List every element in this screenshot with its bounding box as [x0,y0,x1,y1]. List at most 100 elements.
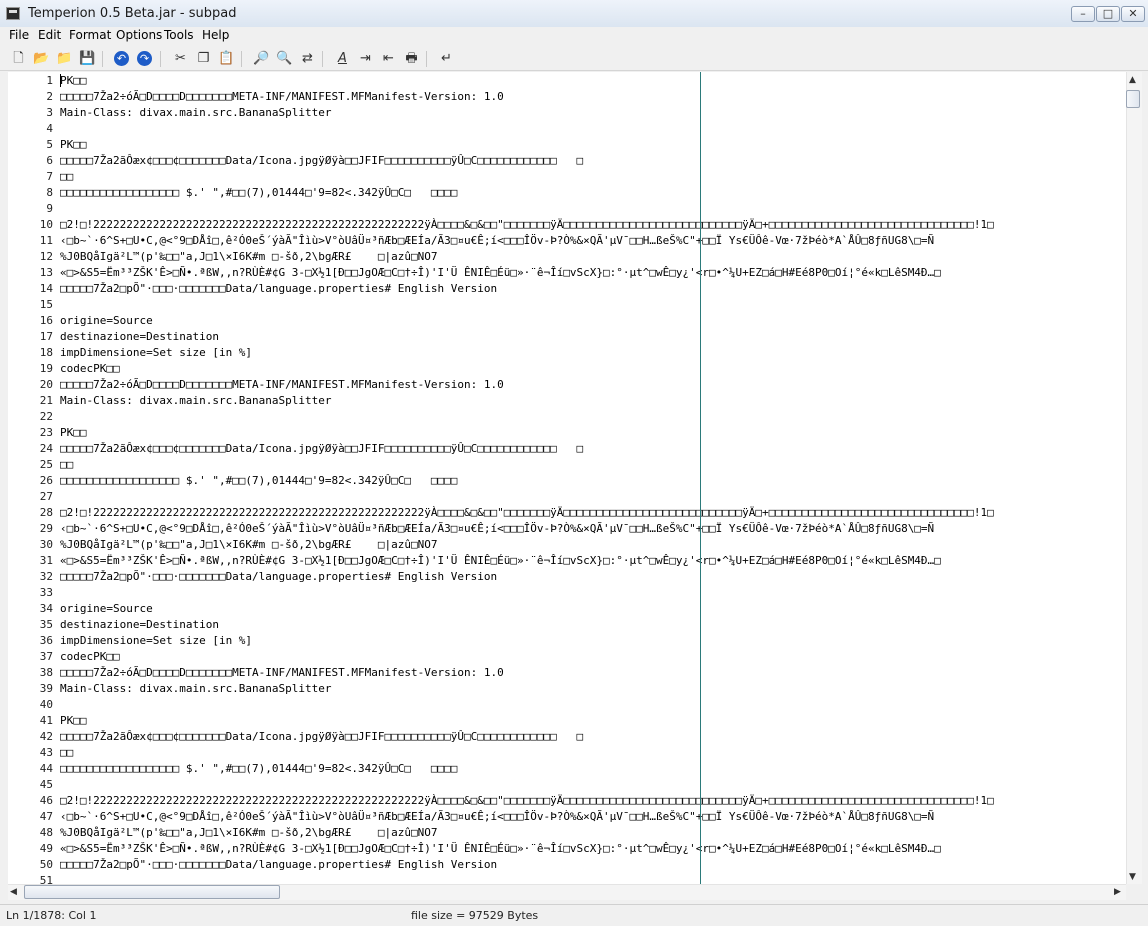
editor-line[interactable]: 38 □□□□□7Ža2÷óÃ□D□□□□D□□□□□□□META-INF/MAN… [8,665,1126,681]
editor-line[interactable]: 23 PK□□ [8,425,1126,441]
find-next-icon[interactable]: 🔍 [276,50,293,67]
menu-tools[interactable]: Tools [164,28,194,42]
editor-line[interactable]: 4 [8,121,1126,137]
editor-line[interactable]: 39 Main-Class: divax.main.src.BananaSplit… [8,681,1126,697]
editor-line[interactable]: 49 «□>&S5=Ëm³³ZŠK'Ê>□Ñ•.ªßW,,n?RÙÈ#¢G 3-□… [8,841,1126,857]
editor-line[interactable]: 40 [8,697,1126,713]
editor-line[interactable]: 51 [8,873,1126,884]
editor-line[interactable]: 15 [8,297,1126,313]
editor-line[interactable]: 42 □□□□□7Ža2ãÔæx¢□□□¢□□□□□□□Data/Icona.jp… [8,729,1126,745]
editor-line[interactable]: 36 impDimensione=Set size [in %] [8,633,1126,649]
editor-line[interactable]: 32 □□□□□7Ža2□pÕ"·□□□·□□□□□□□Data/language… [8,569,1126,585]
scroll-right-arrow-icon[interactable]: ▶ [1114,887,1121,897]
line-number: 34 [39,602,53,615]
editor-line[interactable]: 34 origine=Source [8,601,1126,617]
open-folder-icon[interactable]: 📂 [33,50,50,67]
editor-line[interactable]: 20 □□□□□7Ža2÷óÃ□D□□□□D□□□□□□□META-INF/MAN… [8,377,1126,393]
title-bar[interactable]: Temperion 0.5 Beta.jar - subpad – □ ✕ [0,0,1148,28]
cursor-position: Ln 1/1878: Col 1 [6,909,97,922]
maximize-button[interactable]: □ [1096,6,1120,22]
menu-options[interactable]: Options [116,28,162,42]
editor-line[interactable]: 35 destinazione=Destination [8,617,1126,633]
menu-file[interactable]: File [9,28,29,42]
vertical-scroll-thumb[interactable] [1126,90,1140,108]
editor-line[interactable]: 9 [8,201,1126,217]
editor-line[interactable]: 37 codecPK□□ [8,649,1126,665]
line-text: □□ [60,746,74,759]
editor-line[interactable]: 7 □□ [8,169,1126,185]
cut-icon[interactable]: ✂ [172,50,189,67]
scroll-down-arrow-icon[interactable]: ▼ [1129,872,1136,882]
paste-icon[interactable]: 📋 [218,50,235,67]
replace-icon[interactable]: ⇄ [299,50,316,67]
close-button[interactable]: ✕ [1121,6,1145,22]
editor-line[interactable]: 46 □2!□!222222222222222222222222222222222… [8,793,1126,809]
scroll-up-arrow-icon[interactable]: ▲ [1129,75,1136,85]
editor-line[interactable]: 31 «□>&S5=Ëm³³ZŠK'Ê>□Ñ•.ªßW,,n?RÙÈ#¢G 3-□… [8,553,1126,569]
menu-help[interactable]: Help [202,28,229,42]
redo-icon[interactable]: ↷ [137,51,152,66]
editor-line[interactable]: 21 Main-Class: divax.main.src.BananaSplit… [8,393,1126,409]
scroll-left-arrow-icon[interactable]: ◀ [10,887,17,897]
open-recent-icon[interactable]: 📁 [56,50,73,67]
menu-edit[interactable]: Edit [38,28,61,42]
editor-line[interactable]: 16 origine=Source [8,313,1126,329]
editor-line[interactable]: 43 □□ [8,745,1126,761]
editor-line[interactable]: 50 □□□□□7Ža2□pÕ"·□□□·□□□□□□□Data/language… [8,857,1126,873]
indent-icon[interactable]: ⇥ [357,50,374,67]
editor-line[interactable]: 6 □□□□□7Ža2ãÔæx¢□□□¢□□□□□□□Data/Icona.jpg… [8,153,1126,169]
line-text: □2!□!22222222222222222222222222222222222… [60,506,994,519]
find-icon[interactable]: 🔎 [253,50,270,67]
print-icon[interactable]: 🖶 [403,50,420,67]
wrap-icon[interactable]: ↵ [438,50,455,67]
minimize-button[interactable]: – [1071,6,1095,22]
line-number: 2 [46,90,53,103]
editor-line[interactable]: 47 ‹□b~`·6^S+□U•C,@<°9□DÅî□,ê²Ó0eŠ´ýàÃ"Îì… [8,809,1126,825]
save-icon[interactable]: 💾 [79,50,96,67]
editor-line[interactable]: 33 [8,585,1126,601]
editor-line[interactable]: 44 □□□□□□□□□□□□□□□□□□ $.' ",#□□(7),01444□… [8,761,1126,777]
editor-line[interactable]: 2 □□□□□7Ža2÷óÃ□D□□□□D□□□□□□□META-INF/MANI… [8,89,1126,105]
editor-line[interactable]: 26 □□□□□□□□□□□□□□□□□□ $.' ",#□□(7),01444□… [8,473,1126,489]
editor-line[interactable]: 24 □□□□□7Ža2ãÔæx¢□□□¢□□□□□□□Data/Icona.jp… [8,441,1126,457]
editor-line[interactable]: 1 PK□□ [8,73,1126,89]
editor-line[interactable]: 3 Main-Class: divax.main.src.BananaSplitt… [8,105,1126,121]
line-number: 47 [39,810,53,823]
editor-line[interactable]: 10 □2!□!222222222222222222222222222222222… [8,217,1126,233]
font-icon[interactable]: A [334,50,351,67]
editor-line[interactable]: 28 □2!□!222222222222222222222222222222222… [8,505,1126,521]
undo-icon[interactable]: ↶ [114,51,129,66]
menu-format[interactable]: Format [69,28,111,42]
editor-line[interactable]: 48 %J0BQåIgä²L™(p'‰□□"a,J□1\×I6K#m □-šð,2… [8,825,1126,841]
editor-line[interactable]: 12 %J0BQåIgä²L™(p'‰□□"a,J□1\×I6K#m □-šð,2… [8,249,1126,265]
outdent-icon[interactable]: ⇤ [380,50,397,67]
line-text: origine=Source [60,602,153,615]
editor-line[interactable]: 22 [8,409,1126,425]
editor-line[interactable]: 14 □□□□□7Ža2□pÕ"·□□□·□□□□□□□Data/language… [8,281,1126,297]
line-number: 8 [46,186,53,199]
line-number: 7 [46,170,53,183]
editor-line[interactable]: 5 PK□□ [8,137,1126,153]
line-number: 26 [39,474,53,487]
line-text: □□□□□7Ža2÷óÃ□D□□□□D□□□□□□□META-INF/MANIF… [60,666,504,679]
editor-line[interactable]: 29 ‹□b~`·6^S+□U•C,@<°9□DÅî□,ê²Ó0eŠ´ýàÃ"Îì… [8,521,1126,537]
editor-line[interactable]: 41 PK□□ [8,713,1126,729]
line-number: 27 [39,490,53,503]
new-file-icon[interactable]: 🗋 [10,50,27,67]
vertical-scrollbar[interactable] [1126,72,1142,884]
line-number: 17 [39,330,53,343]
editor-line[interactable]: 30 %J0BQåIgä²L™(p'‰□□"a,J□1\×I6K#m □-šð,2… [8,537,1126,553]
editor-line[interactable]: 27 [8,489,1126,505]
editor-line[interactable]: 13 «□>&S5=Ëm³³ZŠK'Ê>□Ñ•.ªßW,,n?RÙÈ#¢G 3-□… [8,265,1126,281]
copy-icon[interactable]: ❐ [195,50,212,67]
text-editor[interactable]: 1 PK□□ 2 □□□□□7Ža2÷óÃ□D□□□□D□□□□□□□META-INF… [8,72,1126,884]
line-number: 41 [39,714,53,727]
editor-line[interactable]: 17 destinazione=Destination [8,329,1126,345]
horizontal-scroll-thumb[interactable] [24,885,280,899]
editor-line[interactable]: 18 impDimensione=Set size [in %] [8,345,1126,361]
editor-line[interactable]: 11 ‹□b~`·6^S+□U•C,@<°9□DÅî□,ê²Ó0eŠ´ýàÃ"Îì… [8,233,1126,249]
editor-line[interactable]: 19 codecPK□□ [8,361,1126,377]
editor-line[interactable]: 8 □□□□□□□□□□□□□□□□□□ $.' ",#□□(7),01444□'… [8,185,1126,201]
editor-line[interactable]: 45 [8,777,1126,793]
editor-line[interactable]: 25 □□ [8,457,1126,473]
